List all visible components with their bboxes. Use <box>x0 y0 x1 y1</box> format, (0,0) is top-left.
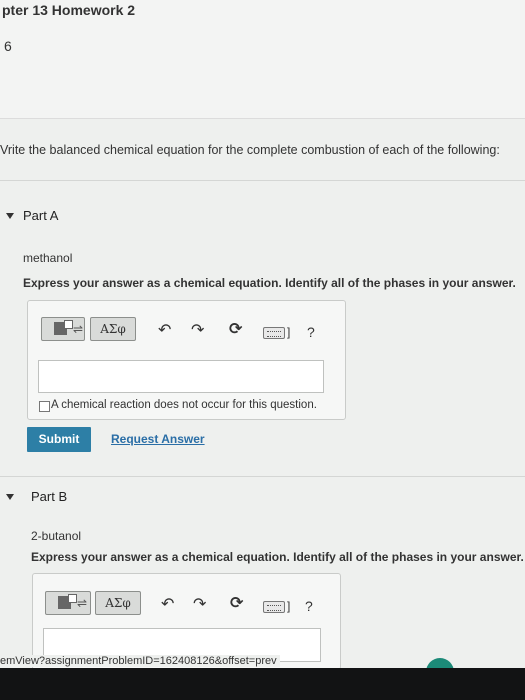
no-reaction-label: A chemical reaction does not occur for t… <box>51 399 317 411</box>
undo-icon[interactable]: ↶ <box>161 597 174 613</box>
greek-symbols-button-b[interactable]: ΑΣφ <box>95 591 141 615</box>
part-b-title[interactable]: Part B <box>31 489 67 504</box>
greek-symbols-label: ΑΣφ <box>100 322 126 336</box>
templates-button[interactable]: ⇌ <box>41 317 85 341</box>
part-a-prompt: Express your answer as a chemical equati… <box>23 276 516 290</box>
templates-button-b[interactable]: ⇌ <box>45 591 91 615</box>
collapse-part-a-icon[interactable] <box>6 213 14 219</box>
request-answer-link[interactable]: Request Answer <box>111 432 205 446</box>
part-a-compound: methanol <box>23 251 73 265</box>
help-icon[interactable]: ? <box>307 324 315 340</box>
keyboard-bracket: ] <box>287 325 291 339</box>
section-divider <box>0 180 525 181</box>
redo-icon[interactable]: ↷ <box>193 597 206 613</box>
greek-symbols-button[interactable]: ΑΣφ <box>90 317 136 341</box>
keyboard-icon[interactable] <box>263 327 285 339</box>
redo-icon[interactable]: ↷ <box>191 323 204 339</box>
part-a-answer-input[interactable] <box>38 360 324 393</box>
template-equals-icon: ⇌ <box>77 596 88 610</box>
assignment-header: pter 13 Homework 2 6 <box>0 0 525 119</box>
part-a-answer-box: ⇌ ΑΣφ ↶ ↷ ⟳ ] ? A chemical reaction does… <box>27 300 346 420</box>
template-box-icon <box>64 320 73 329</box>
part-a-title[interactable]: Part A <box>23 208 58 223</box>
reset-icon[interactable]: ⟳ <box>229 322 242 338</box>
undo-icon[interactable]: ↶ <box>158 323 171 339</box>
part-divider <box>0 476 525 477</box>
collapse-part-b-icon[interactable] <box>6 494 14 500</box>
reset-icon[interactable]: ⟳ <box>230 596 243 612</box>
status-bar-url: emView?assignmentProblemID=162408126&off… <box>0 655 280 667</box>
greek-symbols-label: ΑΣφ <box>105 596 131 610</box>
problem-number: 6 <box>4 38 12 54</box>
no-reaction-checkbox[interactable] <box>39 401 50 412</box>
keyboard-icon[interactable] <box>263 601 285 613</box>
template-box-icon <box>68 594 77 603</box>
part-b-compound: 2-butanol <box>31 529 82 543</box>
part-b-prompt: Express your answer as a chemical equati… <box>31 550 525 564</box>
problem-instructions: Vrite the balanced chemical equation for… <box>0 143 500 157</box>
submit-button[interactable]: Submit <box>27 427 91 452</box>
keyboard-bracket: ] <box>287 599 291 613</box>
help-icon[interactable]: ? <box>305 598 313 614</box>
chapter-title: pter 13 Homework 2 <box>2 2 136 18</box>
template-equals-icon: ⇌ <box>73 322 84 336</box>
taskbar <box>0 668 525 700</box>
